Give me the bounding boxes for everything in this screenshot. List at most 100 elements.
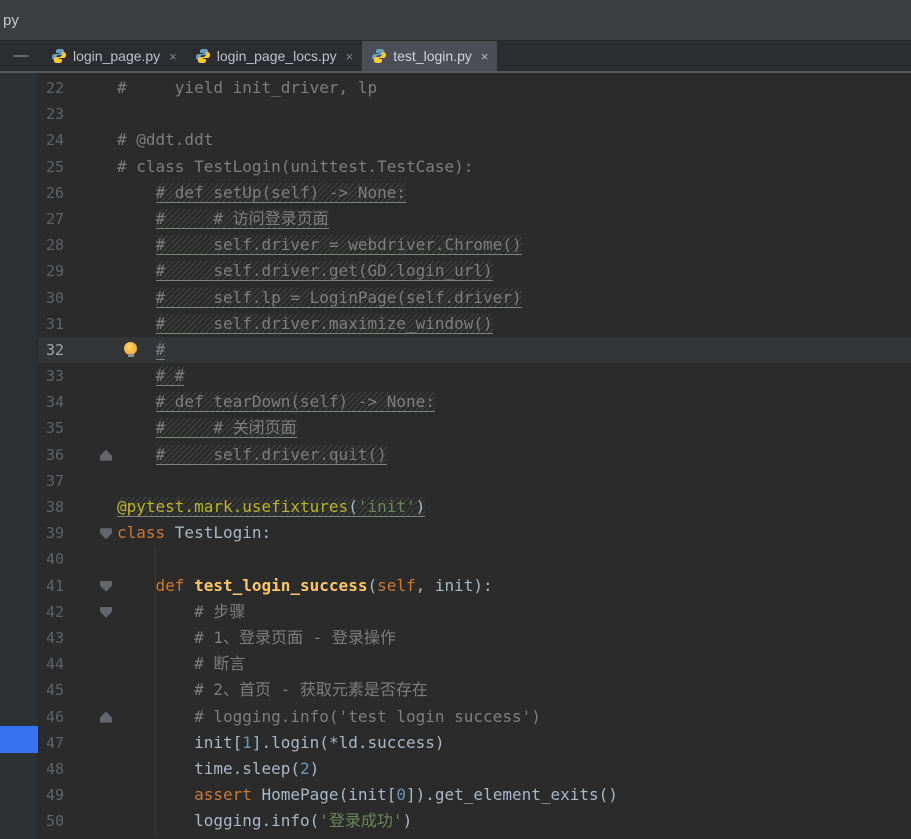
code-line-42[interactable]: 42 # 步骤 (38, 599, 911, 625)
code-area: 22 # yield init_driver, lp 23 24 # @ddt.ddt 2… (38, 73, 911, 834)
code-line-23[interactable]: 23 (38, 101, 911, 127)
line-number[interactable]: 36 (38, 442, 64, 468)
code-text: # # 访问登录页面 (117, 206, 329, 232)
line-number[interactable]: 35 (38, 415, 64, 441)
line-number[interactable]: 39 (38, 520, 64, 546)
code-line-47[interactable]: 47 init[1].login(*ld.success) (38, 730, 911, 756)
tool-window-stripe (0, 73, 38, 839)
code-line-26[interactable]: 26 # def setUp(self) -> None: (38, 180, 911, 206)
code-line-31[interactable]: 31 # self.driver.maximize_window() (38, 311, 911, 337)
line-number[interactable]: 37 (38, 468, 64, 494)
line-number[interactable]: 26 (38, 180, 64, 206)
code-line-41[interactable]: 41 def test_login_success(self, init): (38, 573, 911, 599)
line-number[interactable]: 25 (38, 154, 64, 180)
token-str: 'init' (357, 497, 416, 517)
line-number[interactable]: 32 (38, 337, 64, 363)
line-number[interactable]: 30 (38, 285, 64, 311)
line-number[interactable]: 27 (38, 206, 64, 232)
tab-test_login.py[interactable]: test_login.py × (362, 41, 498, 71)
code-line-49[interactable]: 49 assert HomePage(init[0]).get_element_… (38, 782, 911, 808)
code-line-37[interactable]: 37 (38, 468, 911, 494)
line-number[interactable]: 50 (38, 808, 64, 834)
line-number[interactable]: 34 (38, 389, 64, 415)
code-line-48[interactable]: 48 time.sleep(2) (38, 756, 911, 782)
code-line-46[interactable]: 46 # logging.info('test login success') (38, 704, 911, 730)
line-number[interactable]: 47 (38, 730, 64, 756)
fold-expanded-icon[interactable] (100, 606, 112, 618)
line-number[interactable]: 28 (38, 232, 64, 258)
code-line-22[interactable]: 22 # yield init_driver, lp (38, 75, 911, 101)
line-number[interactable]: 24 (38, 127, 64, 153)
editor[interactable]: 22 # yield init_driver, lp 23 24 # @ddt.ddt 2… (38, 73, 911, 839)
code-line-50[interactable]: 50 logging.info('登录成功') (38, 808, 911, 834)
code-text: assert HomePage(init[0]).get_element_exi… (117, 782, 618, 808)
line-number[interactable]: 38 (38, 494, 64, 520)
tab-login_page.py[interactable]: login_page.py × (42, 41, 186, 71)
line-number[interactable]: 48 (38, 756, 64, 782)
code-line-38[interactable]: 38 @pytest.mark.usefixtures('init') (38, 494, 911, 520)
line-number[interactable]: 31 (38, 311, 64, 337)
code-line-43[interactable]: 43 # 1、登录页面 - 登录操作 (38, 625, 911, 651)
code-line-45[interactable]: 45 # 2、首页 - 获取元素是否存在 (38, 677, 911, 703)
line-number[interactable]: 41 (38, 573, 64, 599)
tool-window-stripe-button[interactable] (0, 726, 38, 753)
fold-end-icon[interactable] (100, 449, 112, 461)
tab-bar-minimize-icon[interactable]: — (0, 41, 42, 71)
code-line-39[interactable]: 39 class TestLogin: (38, 520, 911, 546)
token-plain: ].login(*ld.success) (251, 732, 445, 752)
code-line-27[interactable]: 27 # # 访问登录页面 (38, 206, 911, 232)
code-line-40[interactable]: 40 (38, 546, 911, 572)
token-plain: ( (367, 575, 378, 595)
tab-login_page_locs.py[interactable]: login_page_locs.py × (186, 41, 362, 71)
token-kw: def (155, 575, 195, 595)
code-line-24[interactable]: 24 # @ddt.ddt (38, 127, 911, 153)
line-number[interactable]: 29 (38, 258, 64, 284)
line-number[interactable]: 42 (38, 599, 64, 625)
code-text: # def setUp(self) -> None: (117, 180, 406, 206)
code-line-35[interactable]: 35 # # 关闭页面 (38, 415, 911, 441)
token-num: 1 (242, 732, 252, 752)
code-line-36[interactable]: 36 # self.driver.quit() (38, 442, 911, 468)
code-line-32[interactable]: 32 # (38, 336, 911, 364)
tab-close-icon[interactable]: × (346, 49, 354, 64)
token-plain: ( (348, 497, 358, 517)
code-line-28[interactable]: 28 # self.driver = webdriver.Chrome() (38, 232, 911, 258)
token-comment: # # 关闭页面 (155, 418, 297, 439)
code-line-33[interactable]: 33 # # (38, 363, 911, 389)
line-number[interactable]: 33 (38, 363, 64, 389)
line-number[interactable]: 22 (38, 75, 64, 101)
line-number[interactable]: 23 (38, 101, 64, 127)
line-number[interactable]: 40 (38, 546, 64, 572)
fold-expanded-icon[interactable] (100, 528, 112, 540)
code-line-25[interactable]: 25 # class TestLogin(unittest.TestCase): (38, 154, 911, 180)
python-file-icon (52, 49, 66, 63)
line-number[interactable]: 43 (38, 625, 64, 651)
code-line-44[interactable]: 44 # 断言 (38, 651, 911, 677)
fold-expanded-icon[interactable] (100, 580, 112, 592)
code-line-29[interactable]: 29 # self.driver.get(GD.login_url) (38, 258, 911, 284)
line-number[interactable]: 49 (38, 782, 64, 808)
tab-close-icon[interactable]: × (481, 49, 489, 64)
line-number[interactable]: 44 (38, 651, 64, 677)
code-line-34[interactable]: 34 # def tearDown(self) -> None: (38, 389, 911, 415)
python-file-icon (195, 49, 210, 63)
token-kw: assert (194, 785, 262, 805)
code-text: # 断言 (117, 651, 245, 677)
line-number[interactable]: 45 (38, 677, 64, 703)
code-text: init[1].login(*ld.success) (117, 730, 445, 756)
tab-close-icon[interactable]: × (169, 49, 177, 64)
fold-end-icon[interactable] (100, 711, 112, 723)
tab-label: test_login.py (393, 48, 472, 64)
token-num: 2 (300, 758, 310, 778)
code-text: # 1、登录页面 - 登录操作 (117, 625, 396, 651)
code-line-30[interactable]: 30 # self.lp = LoginPage(self.driver) (38, 285, 911, 311)
token-plain: HomePage(init[ (261, 785, 397, 805)
line-number[interactable]: 46 (38, 704, 64, 730)
token-comment: # yield init_driver, lp (117, 78, 378, 97)
